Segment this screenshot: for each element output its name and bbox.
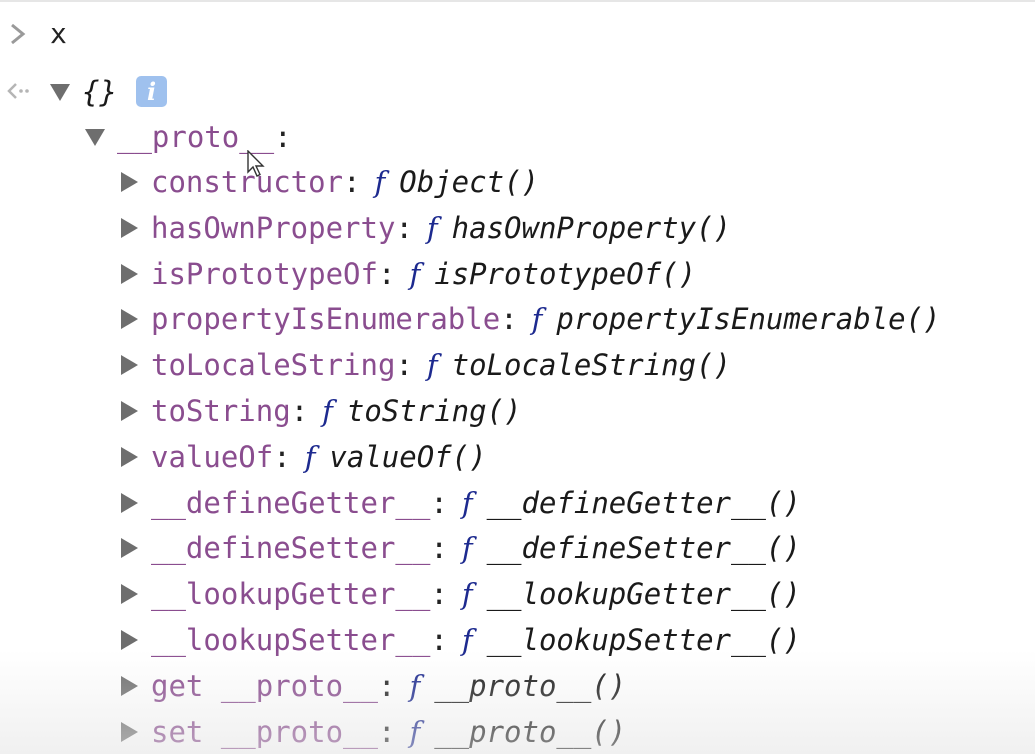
property-key: constructor	[151, 165, 344, 199]
console-divider	[0, 0, 1035, 2]
property-key: toLocaleString	[151, 348, 396, 383]
property-row[interactable]: set __proto__: f __proto__()	[0, 710, 1035, 755]
property-row[interactable]: propertyIsEnumerable: f propertyIsEnumerab…	[0, 297, 1035, 343]
proto-colon: :	[274, 120, 292, 154]
property-row[interactable]: toLocaleString: f toLocaleString()	[0, 343, 1035, 389]
function-f-label: f	[409, 714, 421, 749]
function-f-label: f	[461, 622, 473, 657]
property-value: propertyIsEnumerable()	[556, 302, 941, 337]
property-row[interactable]: constructor: f Object()	[0, 160, 1035, 206]
property-value: __defineGetter__()	[486, 485, 801, 520]
property-row[interactable]: __lookupSetter__: f __lookupSetter__()	[0, 618, 1035, 664]
proto-collapse-triangle-icon[interactable]	[85, 129, 105, 146]
property-key: isPrototypeOf	[151, 256, 378, 291]
expand-triangle-icon[interactable]	[121, 400, 138, 421]
property-value: isPrototypeOf()	[434, 256, 697, 291]
function-f-label: f	[426, 210, 438, 245]
chevron-right-icon	[8, 20, 28, 52]
property-key: hasOwnProperty	[151, 210, 396, 245]
expand-triangle-icon[interactable]	[121, 446, 138, 467]
function-f-label: f	[409, 668, 421, 703]
property-value: toLocaleString()	[451, 348, 731, 383]
object-summary: {}	[82, 75, 117, 109]
function-f-label: f	[409, 256, 421, 291]
function-f-label: f	[304, 439, 316, 474]
property-row[interactable]: hasOwnProperty: f hasOwnProperty()	[0, 206, 1035, 252]
console-input-text: x	[50, 17, 67, 50]
function-f-label: f	[374, 165, 386, 199]
expand-triangle-icon[interactable]	[121, 629, 138, 650]
property-value: Object()	[399, 165, 539, 199]
expand-triangle-icon[interactable]	[121, 355, 138, 376]
property-value: __lookupSetter__()	[486, 622, 801, 657]
expand-triangle-icon[interactable]	[121, 538, 138, 559]
expand-triangle-icon[interactable]	[121, 172, 138, 192]
function-f-label: f	[461, 577, 473, 612]
return-arrow-icon	[6, 80, 30, 106]
property-key: set __proto__	[151, 714, 378, 749]
proto-label: __proto__:	[117, 115, 292, 159]
property-value: __lookupGetter__()	[486, 577, 801, 612]
property-value: __proto__()	[434, 668, 627, 703]
property-row[interactable]: get __proto__: f __proto__()	[0, 664, 1035, 710]
property-row[interactable]: isPrototypeOf: f isPrototypeOf()	[0, 252, 1035, 298]
property-key: __lookupGetter__	[151, 577, 431, 612]
property-list: constructor: f Object() hasOwnProperty: f ha…	[0, 160, 1035, 755]
property-key: valueOf	[151, 439, 274, 474]
property-value: hasOwnProperty()	[451, 210, 731, 245]
property-key: toString	[151, 393, 291, 428]
property-row[interactable]: __defineSetter__: f __defineSetter__()	[0, 526, 1035, 572]
function-f-label: f	[322, 393, 333, 428]
info-icon[interactable]: i	[136, 76, 167, 107]
property-row[interactable]: toString: f toString()	[0, 389, 1035, 435]
function-f-label: f	[426, 348, 438, 383]
property-key: __lookupSetter__	[151, 622, 431, 657]
expand-triangle-icon[interactable]	[121, 721, 138, 742]
function-f-label: f	[461, 485, 473, 520]
property-value: __proto__()	[434, 714, 627, 749]
property-value: valueOf()	[329, 439, 487, 474]
expand-triangle-icon[interactable]	[121, 309, 138, 330]
property-key: get __proto__	[151, 668, 378, 703]
console-input-row[interactable]: x	[0, 16, 1035, 56]
console-result-row[interactable]: {} i	[0, 70, 1035, 114]
proto-row[interactable]: __proto__:	[0, 115, 1035, 159]
property-key: propertyIsEnumerable	[151, 302, 501, 337]
property-row[interactable]: __lookupGetter__: f __lookupGetter__()	[0, 572, 1035, 618]
property-row[interactable]: valueOf: f valueOf()	[0, 435, 1035, 481]
expand-triangle-icon[interactable]	[121, 263, 138, 284]
expand-triangle-icon[interactable]	[121, 492, 138, 513]
function-f-label: f	[531, 302, 543, 337]
expand-triangle-icon[interactable]	[121, 584, 138, 605]
property-key: __defineGetter__	[151, 485, 431, 520]
property-key: __defineSetter__	[151, 531, 431, 566]
expand-triangle-icon[interactable]	[121, 217, 138, 238]
property-row[interactable]: __defineGetter__: f __defineGetter__()	[0, 481, 1035, 527]
property-value: toString()	[346, 393, 522, 428]
function-f-label: f	[461, 531, 473, 566]
expand-triangle-icon[interactable]	[121, 675, 138, 696]
property-value: __defineSetter__()	[486, 531, 801, 566]
collapse-triangle-icon[interactable]	[50, 84, 70, 101]
proto-key: __proto__	[117, 120, 275, 154]
